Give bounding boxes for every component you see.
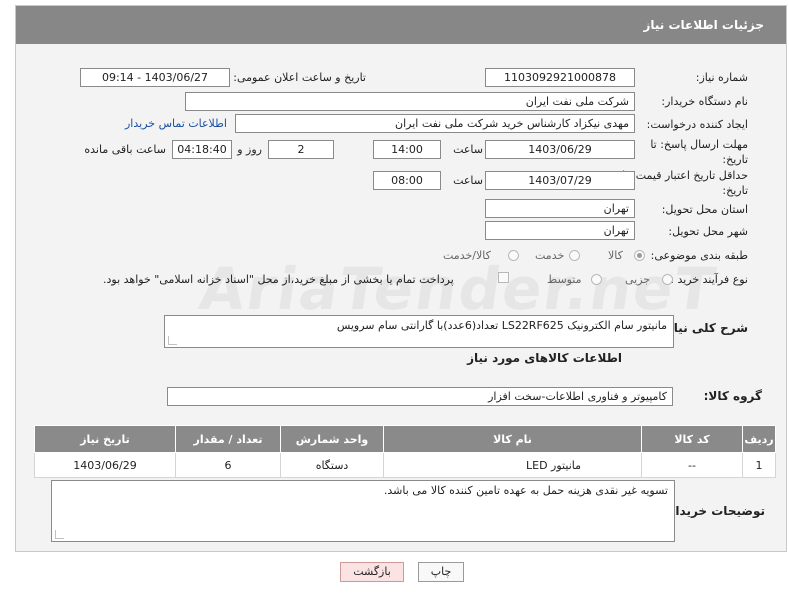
print-button[interactable]: چاپ xyxy=(418,562,464,582)
panel-header: جزئیات اطلاعات نیاز xyxy=(16,6,786,44)
announce-datetime-label: تاریخ و ساعت اعلان عمومی: xyxy=(233,71,366,84)
description-text: مانیتور سام الکترونیک LS22RF625 تعداد(6ع… xyxy=(336,319,667,332)
col-qty-header: تعداد / مقدار xyxy=(175,425,281,453)
city-label: شهر محل تحویل: xyxy=(668,225,748,238)
description-label: شرح کلی نیاز: xyxy=(662,321,748,335)
cell-row: 1 xyxy=(742,452,776,478)
buyer-notes-label: توضیحات خریدار: xyxy=(663,504,765,518)
category-goods-service-radio[interactable] xyxy=(508,250,519,261)
city-field: تهران xyxy=(485,221,635,240)
reply-days-field: 2 xyxy=(268,140,334,159)
remaining-time-field: 04:18:40 xyxy=(172,140,232,159)
validity-time-label: ساعت xyxy=(453,174,483,187)
creator-label: ایجاد کننده درخواست: xyxy=(646,118,748,131)
col-date-header: تاریخ نیاز xyxy=(34,425,176,453)
reply-time-label: ساعت xyxy=(453,143,483,156)
contact-buyer-link[interactable]: اطلاعات تماس خریدار xyxy=(125,117,227,130)
reply-deadline-label: مهلت ارسال پاسخ: تا تاریخ: xyxy=(650,138,748,166)
buyer-notes-text: تسویه غیر نقدی هزینه حمل به عهده تامین ک… xyxy=(383,484,668,497)
process-minor-radio[interactable] xyxy=(662,274,673,285)
category-label: طبقه بندی موضوعی: xyxy=(650,249,748,262)
category-service-label: خدمت xyxy=(535,249,565,262)
table-row: 1 -- مانیتور LED دستگاه 6 1403/06/29 xyxy=(34,452,776,478)
category-service-radio[interactable] xyxy=(569,250,580,261)
resize-grip-icon[interactable] xyxy=(55,530,64,539)
table-header-row: ردیف کد کالا نام کالا واحد شمارش تعداد /… xyxy=(34,425,776,453)
process-medium-radio[interactable] xyxy=(591,274,602,285)
process-label: نوع فرآیند خرید : xyxy=(670,273,748,286)
reply-date-field: 1403/06/29 xyxy=(485,140,635,159)
col-unit-header: واحد شمارش xyxy=(280,425,384,453)
process-minor-label: جزیی xyxy=(625,273,651,286)
back-button[interactable]: بازگشت xyxy=(340,562,404,582)
cell-unit: دستگاه xyxy=(280,452,384,478)
buyer-org-field: شرکت ملی نفت ایران xyxy=(185,92,635,111)
cell-date: 1403/06/29 xyxy=(34,452,176,478)
days-label: روز و xyxy=(237,143,262,156)
cell-qty: 6 xyxy=(175,452,281,478)
col-name-header: نام کالا xyxy=(383,425,642,453)
goods-info-heading: اطلاعات کالاهای مورد نیاز xyxy=(467,351,622,365)
page-title: جزئیات اطلاعات نیاز xyxy=(643,18,764,32)
category-goods-service-label: کالا/خدمت xyxy=(443,249,491,262)
validity-date-field: 1403/07/29 xyxy=(485,171,635,190)
province-field: تهران xyxy=(485,199,635,218)
col-code-header: کد کالا xyxy=(641,425,743,453)
buyer-org-label: نام دستگاه خریدار: xyxy=(661,95,748,108)
col-row-header: ردیف xyxy=(742,425,776,453)
goods-group-field: کامپیوتر و فناوری اطلاعات-سخت افزار xyxy=(167,387,673,406)
cell-name: مانیتور LED xyxy=(383,452,642,478)
province-label: استان محل تحویل: xyxy=(661,203,748,216)
creator-field: مهدی نیکزاد کارشناس خرید شرکت ملی نفت ای… xyxy=(235,114,635,133)
process-medium-label: متوسط xyxy=(547,273,582,286)
announce-datetime-field: 1403/06/27 - 09:14 xyxy=(80,68,230,87)
treasury-payment-note: پرداخت تمام یا بخشی از مبلغ خرید،از محل … xyxy=(103,273,454,286)
need-number-field: 1103092921000878 xyxy=(485,68,635,87)
goods-group-label: گروه کالا: xyxy=(703,389,762,403)
category-goods-label: کالا xyxy=(608,249,623,262)
need-number-label: شماره نیاز: xyxy=(695,71,748,84)
description-textarea[interactable]: مانیتور سام الکترونیک LS22RF625 تعداد(6ع… xyxy=(164,315,674,348)
validity-time-field: 08:00 xyxy=(373,171,441,190)
reply-time-field: 14:00 xyxy=(373,140,441,159)
resize-grip-icon[interactable] xyxy=(168,336,177,345)
buyer-notes-textarea[interactable]: تسویه غیر نقدی هزینه حمل به عهده تامین ک… xyxy=(51,480,675,542)
treasury-payment-checkbox[interactable] xyxy=(498,272,509,283)
category-goods-radio[interactable] xyxy=(634,250,645,261)
items-table: ردیف کد کالا نام کالا واحد شمارش تعداد /… xyxy=(34,425,776,478)
cell-code: -- xyxy=(641,452,743,478)
remaining-label: ساعت باقی مانده xyxy=(84,143,166,156)
